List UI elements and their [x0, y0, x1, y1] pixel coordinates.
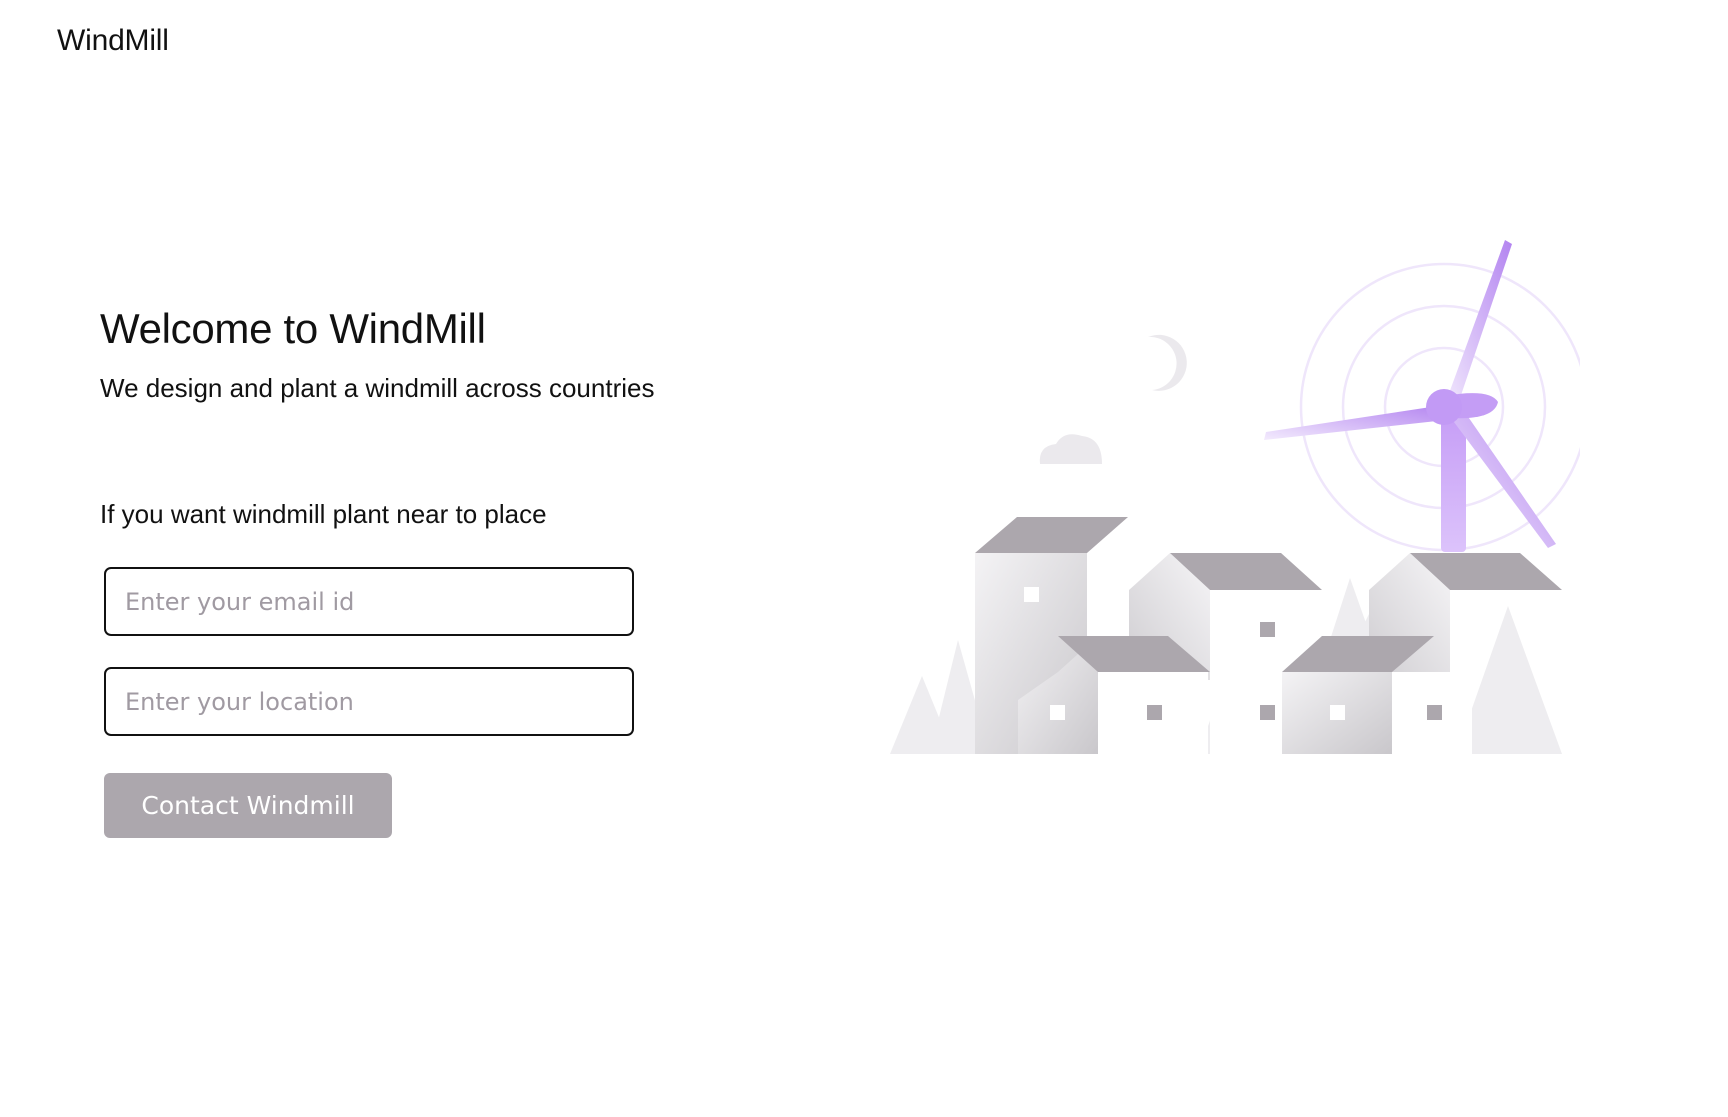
wind-turbine-icon: [1264, 240, 1556, 552]
page-title: Welcome to WindMill: [100, 305, 486, 352]
windmill-village-illustration: [890, 240, 1580, 754]
location-input[interactable]: [104, 667, 634, 736]
contact-prompt: If you want windmill plant near to place: [100, 499, 547, 529]
brand-logo[interactable]: WindMill: [57, 24, 169, 58]
hero-section: Welcome to WindMill We design and plant …: [100, 300, 720, 838]
email-input[interactable]: [104, 567, 634, 636]
moon-icon: [1148, 334, 1187, 391]
contact-windmill-button[interactable]: Contact Windmill: [104, 773, 392, 838]
page-subtitle: We design and plant a windmill across co…: [100, 373, 655, 403]
cloud-icon: [1039, 434, 1102, 464]
